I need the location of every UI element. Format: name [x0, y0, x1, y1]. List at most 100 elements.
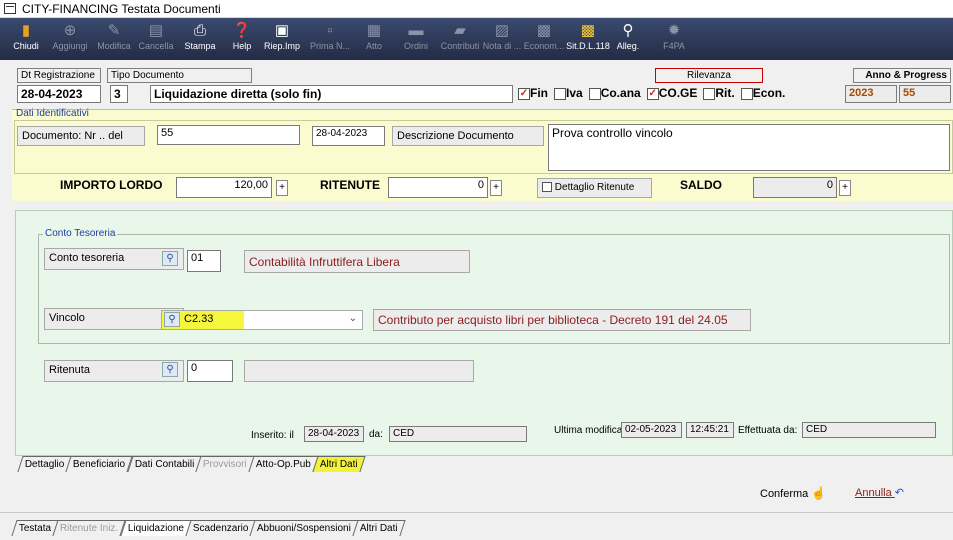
ritenute-field[interactable]: 0	[388, 177, 488, 198]
vincolo-search-icon[interactable]: ⚲	[164, 312, 180, 327]
checked-checkbox-icon[interactable]: ✓	[646, 87, 659, 100]
tab-abbuoni-sospensioni[interactable]: Abbuoni/Sospensioni	[249, 520, 359, 536]
tipo-desc-field: Liquidazione diretta (solo fin)	[150, 85, 513, 103]
checked-checkbox-icon[interactable]: ✓	[518, 87, 530, 100]
attachment-icon: ⚲	[622, 22, 634, 39]
tab-beneficiario[interactable]: Beneficiario	[65, 456, 134, 472]
close-icon: ▮	[21, 22, 31, 39]
toolbar-alleg-button[interactable]: ⚲ Alleg.	[604, 20, 652, 58]
ultima-modifica-label: Ultima modifica:	[554, 425, 626, 436]
dettaglio-ritenute-box[interactable]: Dettaglio Ritenute	[537, 178, 652, 198]
ritenuta-code-field[interactable]: 0	[187, 360, 233, 382]
orders-icon: ▬	[408, 22, 424, 39]
toolbar-label: Modifica	[97, 41, 131, 51]
checkbox-icon[interactable]	[588, 87, 601, 100]
tab-dati-contabili[interactable]: Dati Contabili	[127, 456, 202, 472]
checkbox-icon[interactable]	[740, 87, 753, 100]
saldo-plus-button[interactable]: +	[839, 180, 851, 196]
toolbar-f4pa-button[interactable]: ✹ F4PA	[650, 20, 698, 58]
saldo-label: SALDO	[680, 178, 722, 192]
anno-field: 2023	[845, 85, 897, 103]
add-icon: ⊕	[63, 22, 77, 39]
modifica-user: CED	[802, 422, 936, 438]
toolbar-nota-di-button[interactable]: ▨ Nota di ...	[478, 20, 526, 58]
rilevanza-checkboxes: ✓ Fin Iva Co.ana ✓ CO.GE Rit. Econ.	[518, 86, 848, 104]
chevron-down-icon[interactable]: ⌄	[349, 313, 357, 324]
toolbar-riep-imp-button[interactable]: ▣ Riep.Imp	[258, 20, 306, 58]
rilevanza-rit-[interactable]: Rit.	[703, 86, 735, 100]
tipo-documento-label: Tipo Documento	[107, 68, 252, 83]
modifica-date: 02-05-2023	[621, 422, 682, 438]
vincolo-combo[interactable]: ⚲ C2.33 ⌄	[161, 310, 363, 330]
conto-search-icon[interactable]: ⚲	[162, 251, 178, 266]
undo-icon: ↶	[894, 487, 904, 499]
rilevanza-fin[interactable]: ✓ Fin	[518, 86, 548, 100]
toolbar-chiudi-button[interactable]: ▮ Chiudi	[2, 20, 50, 58]
annulla-button[interactable]: Annulla ↶	[855, 486, 927, 504]
toolbar-atto-button[interactable]: ▦ Atto	[350, 20, 398, 58]
documento-numero-field[interactable]: 55	[157, 125, 300, 145]
rilevanza-co-ana[interactable]: Co.ana	[588, 86, 641, 100]
rilevanza-label: Iva	[566, 86, 583, 100]
conferma-button[interactable]: Conferma ☝	[760, 486, 828, 504]
checkbox-icon[interactable]	[703, 87, 716, 100]
checkbox-icon[interactable]	[554, 87, 566, 100]
anno-progress-label: Anno & Progress	[853, 68, 951, 83]
toolbar-label: Riep.Imp	[263, 41, 300, 51]
rilevanza-econ-[interactable]: Econ.	[740, 86, 786, 100]
toolbar-label: Cancella	[138, 41, 174, 51]
inserito-label: Inserito: il	[251, 430, 294, 441]
window-icon	[4, 3, 16, 14]
title-bar: CITY-FINANCING Testata Documenti	[0, 0, 953, 18]
dettaglio-ritenute-checkbox[interactable]	[542, 182, 552, 193]
rilevanza-label: Rit.	[715, 86, 735, 100]
ritenute-label: RITENUTE	[320, 178, 380, 192]
importo-field[interactable]: 120,00	[176, 177, 272, 198]
toolbar-aggiungi-button[interactable]: ⊕ Aggiungi	[46, 20, 94, 58]
toolbar-econom-button[interactable]: ▩ Econom...	[520, 20, 568, 58]
tab-liquidazione[interactable]: Liquidazione	[120, 520, 192, 536]
toolbar-prima-n-button[interactable]: ▫ Prima N...	[306, 20, 354, 58]
tab-label: Abbuoni/Sospensioni	[257, 523, 352, 534]
tab-scadenzario[interactable]: Scadenzario	[185, 520, 256, 536]
saldo-field: 0	[753, 177, 837, 198]
tab-atto-op-pub[interactable]: Atto-Op.Pub	[248, 456, 319, 472]
dt-registrazione-label: Dt Registrazione	[17, 68, 101, 83]
tab-ritenute-iniz[interactable]: Ritenute Iniz.	[52, 520, 127, 536]
tab-label: Dati Contabili	[134, 459, 195, 470]
rilevanza-label: Co.ana	[600, 86, 641, 100]
tab-testata[interactable]: Testata	[11, 520, 59, 536]
dt-registrazione-field[interactable]: 28-04-2023	[17, 85, 101, 103]
tab-provvisori[interactable]: Provvisori	[195, 456, 255, 472]
toolbar-contributi-button[interactable]: ▰ Contributi	[436, 20, 484, 58]
inner-tabs: Dettaglio Beneficiario Dati Contabili Provv…	[17, 456, 366, 472]
tab-altri-dati[interactable]: Altri Dati	[352, 520, 406, 536]
ritenuta-search-icon[interactable]: ⚲	[162, 362, 178, 377]
toolbar-label: F4PA	[663, 41, 685, 51]
conto-code-field[interactable]: 01	[187, 250, 221, 272]
rilevanza-label: Econ.	[752, 86, 786, 100]
tab-label: Atto-Op.Pub	[255, 459, 311, 470]
descrizione-field[interactable]: Prova controllo vincolo	[548, 124, 950, 171]
documento-data-field[interactable]: 28-04-2023	[312, 126, 385, 146]
toolbar-ordini-button[interactable]: ▬ Ordini	[392, 20, 440, 58]
rilevanza-iva[interactable]: Iva	[554, 86, 583, 100]
toolbar-modifica-button[interactable]: ✎ Modifica	[90, 20, 138, 58]
delete-icon: ▤	[148, 22, 164, 39]
conto-tesoreria-label-text: Conto tesoreria	[49, 252, 125, 264]
toolbar-label: Aggiungi	[52, 41, 88, 51]
conto-desc-field: Contabilità Infruttifera Libera	[244, 250, 470, 273]
toolbar-cancella-button[interactable]: ▤ Cancella	[132, 20, 180, 58]
tab-altri-dati[interactable]: Altri Dati	[312, 456, 366, 472]
hand-point-icon: ☝	[811, 486, 827, 500]
separator	[0, 512, 953, 513]
importo-plus-button[interactable]: +	[276, 180, 288, 196]
ritenute-plus-button[interactable]: +	[490, 180, 502, 196]
toolbar-label: Nota di ...	[482, 41, 522, 51]
rilevanza-label: CO.GE	[658, 86, 698, 100]
tipo-code-field[interactable]: 3	[110, 85, 128, 103]
toolbar-stampa-button[interactable]: ⎙ Stampa	[176, 20, 224, 58]
tab-dettaglio[interactable]: Dettaglio	[17, 456, 73, 472]
rilevanza-co-ge[interactable]: ✓ CO.GE	[646, 86, 698, 100]
tab-label: Scadenzario	[192, 523, 249, 534]
